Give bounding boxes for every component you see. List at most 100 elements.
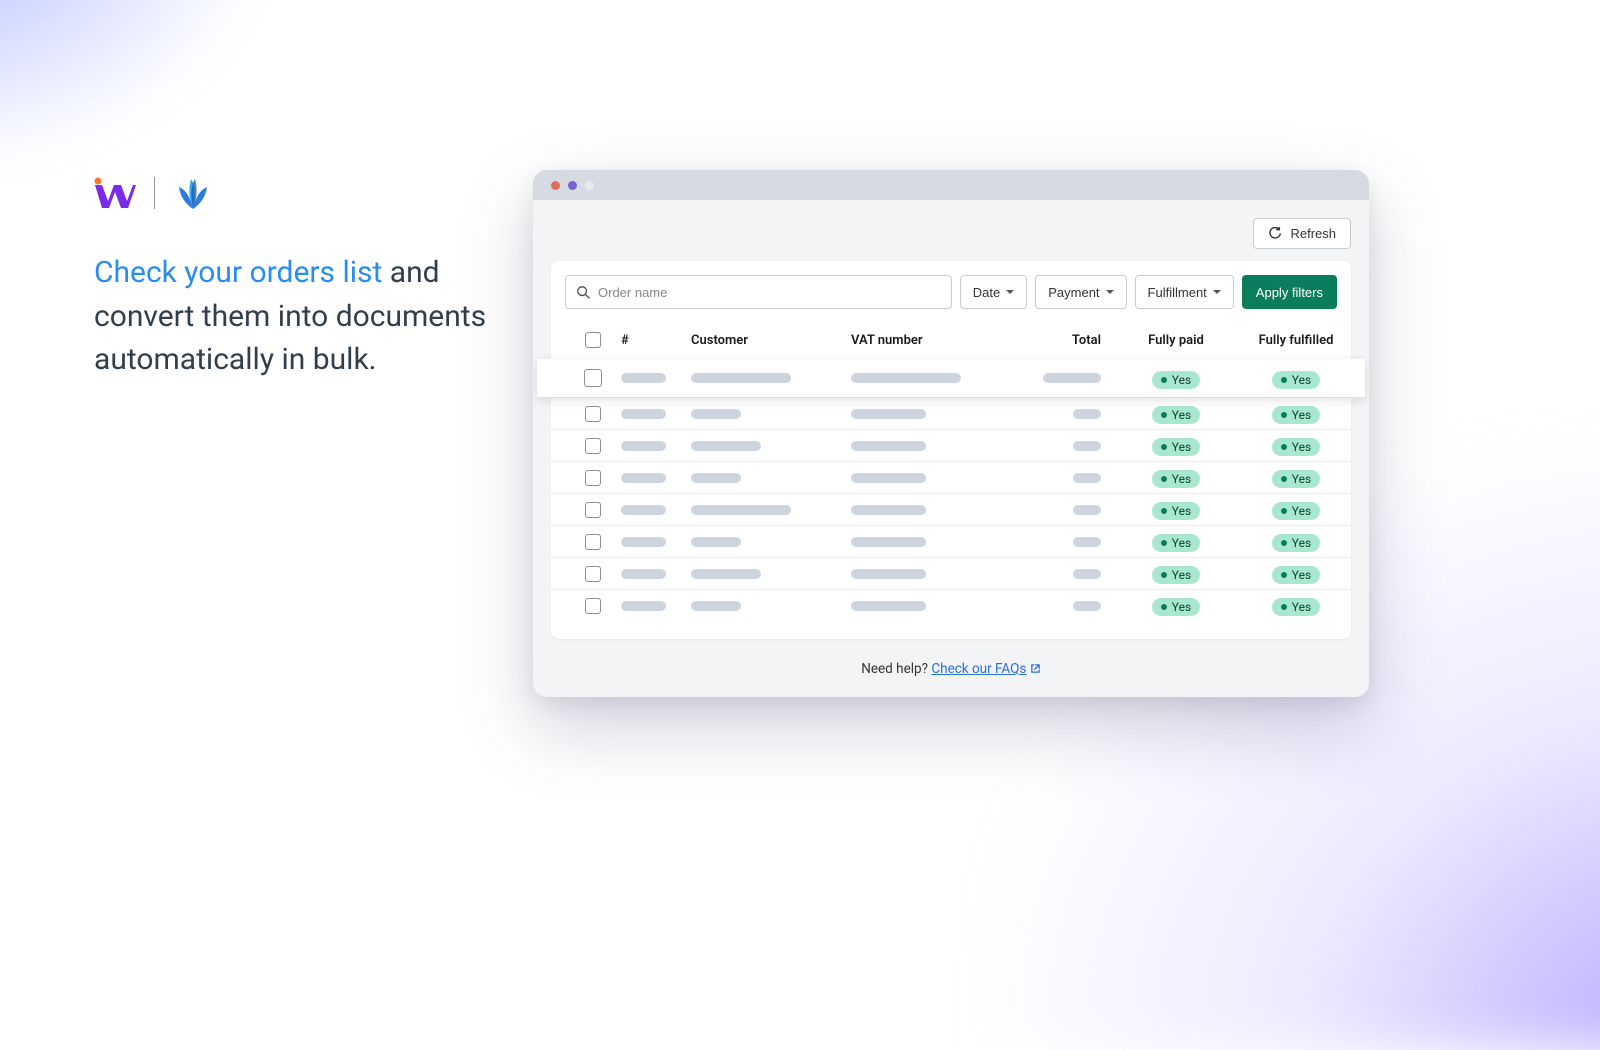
status-dot-icon [1161, 508, 1167, 514]
status-dot-icon [1161, 476, 1167, 482]
status-dot-icon [1161, 412, 1167, 418]
cell-hash [621, 441, 691, 451]
cell-vat [851, 409, 1011, 419]
skeleton [691, 569, 761, 579]
cell-total-skeleton [1073, 473, 1101, 483]
paid-badge: Yes [1152, 534, 1200, 552]
cell-fulfilled: Yes [1241, 595, 1351, 616]
table-row[interactable]: Yes Yes [551, 525, 1351, 557]
select-all-checkbox[interactable] [585, 332, 601, 348]
window-max-icon[interactable] [585, 181, 594, 190]
cell-fulfilled: Yes [1241, 499, 1351, 520]
skeleton [851, 409, 926, 419]
search-input-wrap[interactable] [565, 275, 952, 309]
status-dot-icon [1161, 540, 1167, 546]
fulfillment-filter[interactable]: Fulfillment [1135, 275, 1234, 309]
caret-down-icon [1006, 290, 1014, 294]
row-checkbox-cell [565, 470, 621, 486]
cell-fulfilled: Yes [1241, 403, 1351, 424]
cell-customer [691, 441, 851, 451]
col-customer: Customer [691, 333, 851, 348]
badge-label: Yes [1172, 600, 1191, 614]
table-row[interactable]: Yes Yes [537, 359, 1365, 397]
row-checkbox[interactable] [585, 598, 601, 614]
cell-total-skeleton [1073, 537, 1101, 547]
row-checkbox[interactable] [585, 534, 601, 550]
apply-filters-button[interactable]: Apply filters [1242, 275, 1337, 309]
logos [94, 175, 494, 211]
status-dot-icon [1281, 540, 1287, 546]
table-row[interactable]: Yes Yes [551, 589, 1351, 621]
row-checkbox[interactable] [585, 502, 601, 518]
skeleton [691, 409, 741, 419]
badge-label: Yes [1292, 536, 1311, 550]
cell-customer [691, 409, 851, 419]
skeleton [621, 569, 666, 579]
table-row[interactable]: Yes Yes [551, 397, 1351, 429]
window-close-icon[interactable] [551, 181, 560, 190]
faq-link[interactable]: Check our FAQs [931, 661, 1026, 677]
top-bar: Refresh [551, 218, 1351, 249]
fulfilled-badge: Yes [1272, 598, 1320, 616]
paid-badge: Yes [1152, 406, 1200, 424]
skeleton [851, 537, 926, 547]
cell-customer [691, 473, 851, 483]
table-row[interactable]: Yes Yes [551, 429, 1351, 461]
cell-paid: Yes [1111, 531, 1241, 552]
window-min-icon[interactable] [568, 181, 577, 190]
cell-fulfilled: Yes [1241, 368, 1351, 389]
cell-vat [851, 373, 1011, 383]
row-checkbox-cell [565, 502, 621, 518]
cell-fulfilled: Yes [1241, 563, 1351, 584]
cell-paid: Yes [1111, 403, 1241, 424]
cell-customer [691, 601, 851, 611]
refresh-button[interactable]: Refresh [1253, 218, 1351, 249]
fulfilled-badge: Yes [1272, 566, 1320, 584]
status-dot-icon [1281, 572, 1287, 578]
headline-accent: Check your orders list [94, 255, 382, 290]
cell-fulfilled: Yes [1241, 435, 1351, 456]
cell-paid: Yes [1111, 435, 1241, 456]
badge-label: Yes [1172, 408, 1191, 422]
cell-total-skeleton [1073, 441, 1101, 451]
cell-hash [621, 409, 691, 419]
badge-label: Yes [1292, 440, 1311, 454]
row-checkbox[interactable] [584, 369, 602, 387]
row-checkbox[interactable] [585, 406, 601, 422]
row-checkbox[interactable] [585, 566, 601, 582]
skeleton [691, 537, 741, 547]
bg-gradient [0, 0, 270, 170]
skeleton [851, 473, 926, 483]
cell-paid: Yes [1111, 563, 1241, 584]
date-filter[interactable]: Date [960, 275, 1027, 309]
row-checkbox[interactable] [585, 470, 601, 486]
payment-filter[interactable]: Payment [1035, 275, 1126, 309]
badge-label: Yes [1172, 373, 1191, 387]
search-input[interactable] [598, 285, 941, 300]
row-checkbox[interactable] [585, 438, 601, 454]
col-total: Total [1011, 333, 1111, 348]
select-all-cell [565, 332, 621, 348]
cell-paid: Yes [1111, 595, 1241, 616]
payment-filter-label: Payment [1048, 285, 1099, 300]
fulfilled-badge: Yes [1272, 371, 1320, 389]
app-window: Refresh Date Payment Fulfillment [533, 170, 1369, 697]
cell-vat [851, 473, 1011, 483]
app-body: Refresh Date Payment Fulfillment [533, 200, 1369, 697]
table-header: # Customer VAT number Total Fully paid F… [551, 321, 1351, 359]
table-row[interactable]: YesYes [551, 461, 1351, 493]
table-row[interactable]: YesYes [551, 493, 1351, 525]
cell-fulfilled: Yes [1241, 531, 1351, 552]
cell-total-skeleton [1073, 569, 1101, 579]
skeleton [691, 441, 761, 451]
col-vat: VAT number [851, 333, 1011, 348]
status-dot-icon [1281, 412, 1287, 418]
cell-vat [851, 601, 1011, 611]
skeleton [691, 601, 741, 611]
paid-badge: Yes [1152, 566, 1200, 584]
help-text: Need help? Check our FAQs [551, 661, 1351, 677]
skeleton [691, 505, 791, 515]
table-row[interactable]: Yes Yes [551, 557, 1351, 589]
skeleton [621, 373, 666, 383]
cell-customer [691, 537, 851, 547]
